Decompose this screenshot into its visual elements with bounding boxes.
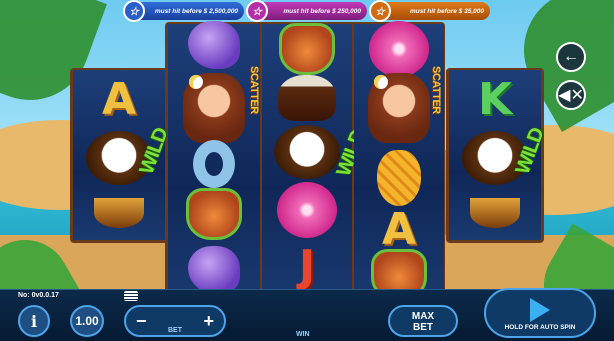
back-button[interactable]: ← [556, 42, 586, 72]
symbol-a: A [381, 203, 417, 255]
coin-value-button[interactable]: 1.00 [70, 305, 104, 337]
sound-toggle-button[interactable]: ◀✕ [556, 80, 586, 110]
spin-button[interactable]: HOLD FOR AUTO SPIN [484, 288, 596, 338]
reel-5: K WILD [449, 70, 548, 240]
jackpot-grand-text: must hit before $ 2,500,000 [154, 7, 238, 15]
max-bet-label-line2: BET [413, 322, 433, 333]
max-bet-button[interactable]: MAX BET [388, 305, 458, 337]
bowl-symbol [94, 198, 144, 228]
girl-symbol [183, 73, 245, 143]
bet-control: − + BET [124, 305, 226, 337]
reel-1: A WILD [73, 70, 172, 240]
version-label: No: 0v0.0.17 [18, 292, 59, 299]
star-icon: ☆ [369, 0, 391, 22]
arrow-left-icon: ← [563, 48, 579, 65]
symbol-k: K [477, 74, 513, 125]
flower-symbol [277, 182, 337, 238]
jackpot-minor-text: must hit before $ 35,000 [409, 7, 484, 15]
jackpot-bar: ☆ must hit before $ 2,500,000 ☆ must hit… [123, 0, 490, 22]
symbol-j: J [298, 240, 316, 292]
shell-symbol [188, 21, 240, 69]
win-label: WIN [296, 331, 310, 338]
pineapple-symbol [377, 150, 421, 206]
spin-label: HOLD FOR AUTO SPIN [504, 324, 576, 331]
sound-off-icon: ◀✕ [558, 87, 584, 104]
girl-symbol [368, 73, 430, 143]
info-button[interactable]: i [18, 305, 50, 337]
mask-symbol [279, 23, 335, 75]
play-icon [530, 298, 550, 322]
jackpot-grand: ☆ must hit before $ 2,500,000 [123, 0, 244, 22]
ring-symbol [193, 140, 235, 188]
star-icon: ☆ [123, 0, 145, 22]
max-bet-label-line1: MAX [411, 311, 435, 322]
coin-value: 1.00 [75, 314, 99, 328]
star-icon: ☆ [246, 0, 268, 22]
drum-symbol [278, 75, 336, 121]
reel-3: J SCATTER WILD [248, 23, 369, 298]
info-icon: i [30, 311, 38, 331]
coin-stack-icon [124, 291, 138, 301]
scatter-label: SCATTER [430, 66, 442, 114]
jackpot-major-text: must hit before $ 250,000 [283, 7, 361, 15]
jackpot-minor: ☆ must hit before $ 35,000 [369, 0, 490, 22]
symbol-a: A [101, 74, 137, 125]
reel-4: A SCATTER [354, 21, 444, 301]
reel-2 [168, 21, 260, 298]
shell-symbol [188, 246, 240, 294]
bowl-symbol [470, 198, 520, 228]
mask-symbol [186, 188, 242, 240]
jackpot-major: ☆ must hit before $ 250,000 [246, 0, 367, 22]
bet-label: BET [168, 327, 182, 334]
coconut-symbol [274, 125, 340, 179]
scatter-label: SCATTER [248, 66, 260, 114]
